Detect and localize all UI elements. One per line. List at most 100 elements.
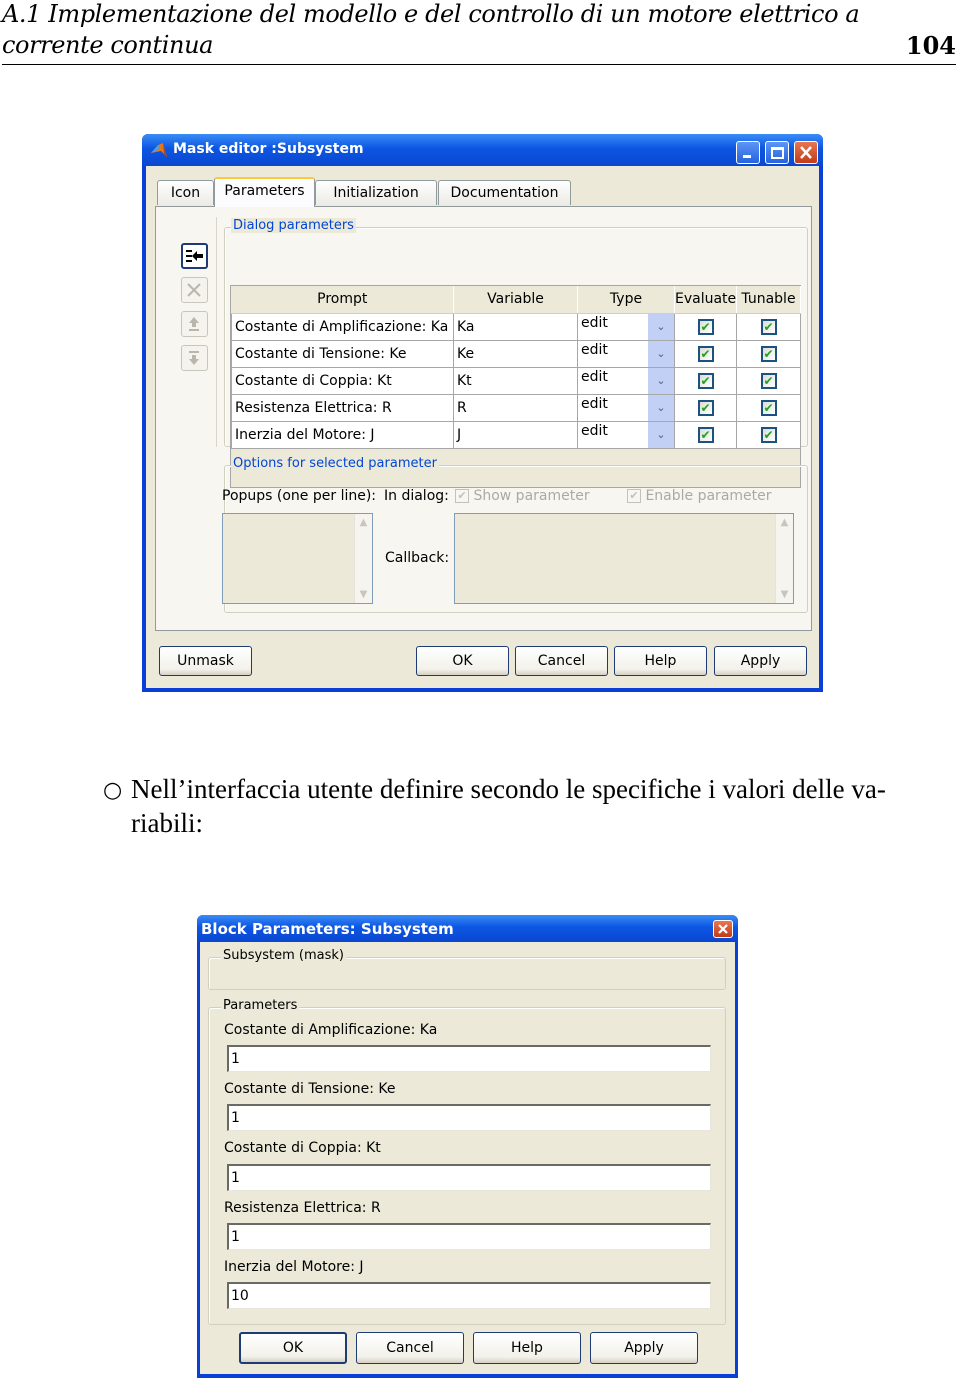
prompt-cell[interactable]: Costante di Tensione: Ke (231, 339, 454, 368)
evaluate-checkbox[interactable]: ✔ (697, 372, 714, 389)
popups-scrollbar[interactable]: ▲ ▼ (354, 514, 372, 603)
checkbox-checked: ✔ (627, 489, 641, 503)
column-header-prompt[interactable]: Prompt (231, 286, 454, 314)
popups-textarea[interactable]: ▲ ▼ (222, 513, 373, 604)
kt-input[interactable]: 1 (227, 1164, 711, 1191)
tab-parameters[interactable]: Parameters (214, 177, 315, 207)
table-row[interactable]: Costante di Tensione: Ke Ke edit ⌄ ✔ ✔ (231, 339, 801, 368)
r-input[interactable]: 1 (227, 1223, 711, 1250)
tunable-checkbox[interactable]: ✔ (760, 399, 777, 416)
move-up-icon (189, 317, 199, 331)
table-row[interactable]: Resistenza Elettrica: R Redit ⌄ ✔ ✔ (231, 393, 801, 422)
variable-cell[interactable]: Kt (453, 366, 578, 395)
type-dropdown[interactable]: edit ⌄ (577, 312, 675, 341)
chevron-down-icon[interactable]: ⌄ (648, 422, 674, 447)
type-dropdown[interactable]: edit ⌄ (577, 420, 675, 449)
move-up-button[interactable] (181, 311, 208, 337)
type-dropdown[interactable]: edit ⌄ (577, 366, 675, 395)
prompt-cell[interactable]: Inerzia del Motore: J (231, 420, 454, 449)
evaluate-checkbox[interactable]: ✔ (697, 399, 714, 416)
maximize-button[interactable] (765, 141, 789, 164)
type-value: edit (581, 395, 608, 412)
paragraph-line-1: Nell’interfaccia utente definire secondo… (131, 774, 886, 804)
column-header-variable[interactable]: Variable (453, 286, 578, 314)
cancel-button[interactable]: Cancel (356, 1332, 464, 1364)
chevron-down-icon[interactable]: ⌄ (648, 368, 674, 393)
tunable-checkbox[interactable]: ✔ (760, 318, 777, 335)
callback-textarea[interactable]: ▲ ▼ (454, 513, 794, 604)
move-down-button[interactable] (181, 345, 208, 371)
parameters-tab-panel: Dialog parameters Prompt Variable Type E… (155, 206, 812, 631)
prompt-cell[interactable]: Resistenza Elettrica: R (231, 393, 454, 422)
type-value: edit (581, 314, 608, 331)
cancel-button[interactable]: Cancel (515, 646, 608, 676)
type-dropdown[interactable]: edit ⌄ (577, 339, 675, 368)
tab-icon[interactable]: Icon (157, 180, 214, 205)
table-row[interactable]: Inerzia del Motore: J Jedit ⌄ ✔ ✔ (231, 420, 801, 449)
tab-label: Parameters (224, 183, 305, 199)
ke-input[interactable]: 1 (227, 1104, 711, 1131)
dialog-parameters-label: Dialog parameters (231, 218, 356, 233)
variable-cell[interactable]: Ka (453, 312, 578, 341)
prompt-cell[interactable]: Costante di Amplificazione: Ka (231, 312, 454, 341)
apply-button[interactable]: Apply (714, 646, 807, 676)
column-header-tunable[interactable]: Tunable (736, 286, 801, 314)
table-row[interactable]: Costante di Coppia: Kt Kt edit ⌄ ✔ ✔ (231, 366, 801, 395)
tunable-checkbox[interactable]: ✔ (760, 426, 777, 443)
show-parameter-checkbox[interactable]: ✔ Show parameter (455, 488, 590, 504)
table-header-row: Prompt Variable Type Evaluate Tunable (231, 286, 801, 314)
ok-button[interactable]: OK (239, 1332, 347, 1364)
chevron-down-icon[interactable]: ⌄ (648, 341, 674, 366)
show-parameter-label: Show parameter (473, 488, 590, 504)
scroll-up-icon[interactable]: ▲ (776, 514, 793, 531)
tab-label: Documentation (450, 185, 559, 201)
mask-editor-titlebar[interactable]: Mask editor :Subsystem (142, 134, 823, 166)
column-header-type[interactable]: Type (577, 286, 675, 314)
j-input[interactable]: 10 (227, 1282, 711, 1309)
tunable-checkbox[interactable]: ✔ (760, 345, 777, 362)
callback-scrollbar[interactable]: ▲ ▼ (775, 514, 793, 603)
matlab-icon (151, 143, 167, 157)
tunable-cell: ✔ (736, 420, 801, 449)
parameters-label: Parameters (221, 998, 300, 1013)
running-header-subtitle: corrente continua (2, 31, 214, 59)
variable-cell[interactable]: Ke (453, 339, 578, 368)
subsystem-mask-label: Subsystem (mask) (221, 948, 346, 963)
help-button[interactable]: Help (473, 1332, 581, 1364)
block-parameters-titlebar[interactable]: Block Parameters: Subsystem (197, 915, 738, 942)
evaluate-checkbox[interactable]: ✔ (697, 318, 714, 335)
chevron-down-icon[interactable]: ⌄ (648, 314, 674, 339)
column-header-evaluate[interactable]: Evaluate (674, 286, 737, 314)
minimize-icon (743, 155, 751, 158)
apply-button[interactable]: Apply (590, 1332, 698, 1364)
table-row[interactable]: Costante di Amplificazione: Ka Ka edit ⌄ ✔ ✔ (231, 312, 801, 341)
evaluate-cell: ✔ (674, 312, 737, 341)
variable-cell[interactable]: R (453, 393, 578, 422)
chevron-down-icon[interactable]: ⌄ (648, 395, 674, 420)
close-icon (800, 146, 812, 159)
type-dropdown[interactable]: edit ⌄ (577, 393, 675, 422)
ok-button[interactable]: OK (416, 646, 509, 676)
help-button[interactable]: Help (614, 646, 707, 676)
variable-cell[interactable]: J (453, 420, 578, 449)
scroll-up-icon[interactable]: ▲ (355, 514, 372, 531)
enable-parameter-checkbox[interactable]: ✔ Enable parameter (627, 488, 772, 504)
prompt-cell[interactable]: Costante di Coppia: Kt (231, 366, 454, 395)
ka-input[interactable]: 1 (227, 1045, 711, 1072)
callback-label: Callback: (385, 550, 450, 566)
scroll-down-icon[interactable]: ▼ (776, 586, 793, 603)
tunable-checkbox[interactable]: ✔ (760, 372, 777, 389)
move-down-icon (189, 351, 199, 365)
delete-parameter-button[interactable] (181, 277, 208, 303)
unmask-button[interactable]: Unmask (159, 646, 252, 676)
add-parameter-button[interactable] (181, 243, 208, 269)
close-button[interactable] (794, 141, 818, 164)
evaluate-checkbox[interactable]: ✔ (697, 345, 714, 362)
tab-initialization[interactable]: Initialization (315, 180, 437, 205)
evaluate-checkbox[interactable]: ✔ (697, 426, 714, 443)
tab-documentation[interactable]: Documentation (438, 180, 571, 205)
side-separator (216, 217, 217, 447)
minimize-button[interactable] (736, 141, 760, 164)
close-button[interactable] (713, 920, 733, 938)
scroll-down-icon[interactable]: ▼ (355, 586, 372, 603)
